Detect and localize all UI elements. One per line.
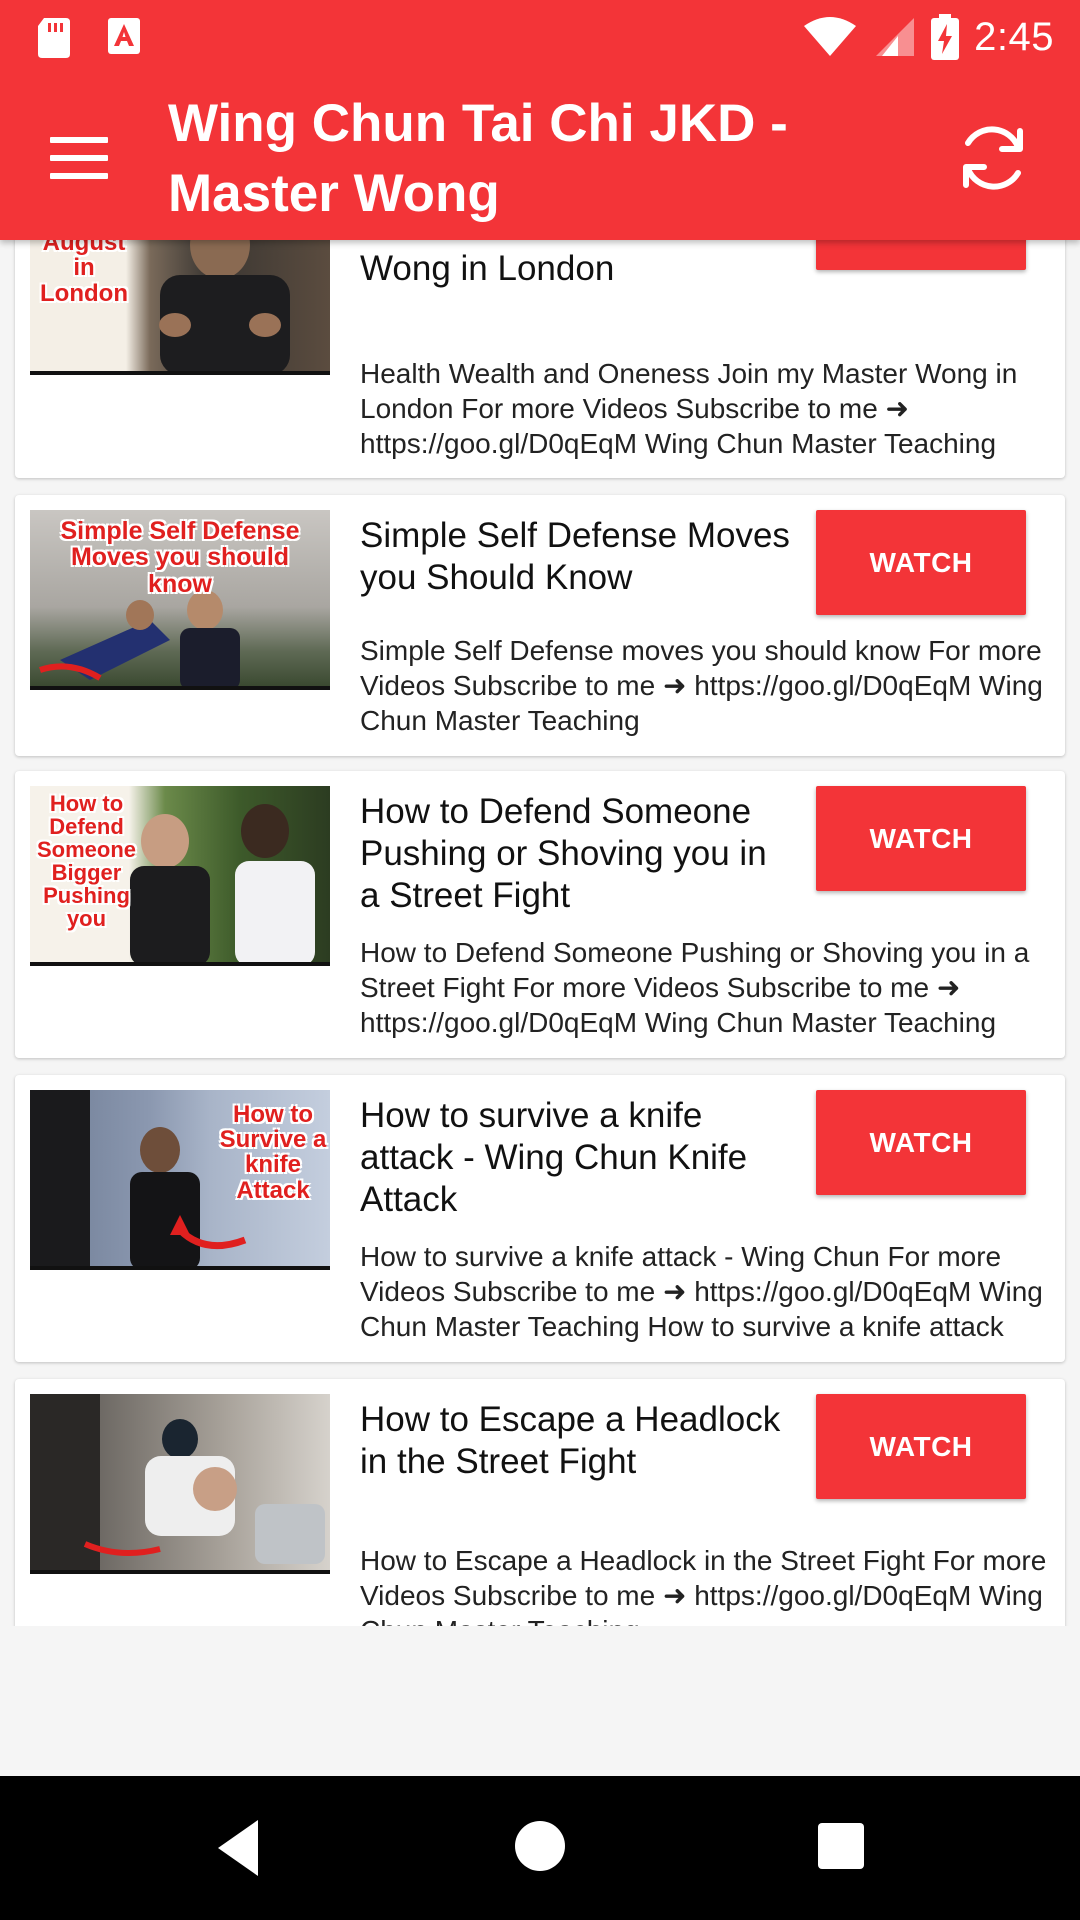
system-navigation-bar xyxy=(0,1776,1080,1920)
toolbar: Wing Chun Tai Chi JKD - Master Wong xyxy=(0,75,1080,240)
app-bar: 2:45 Wing Chun Tai Chi JKD - Master Wong xyxy=(0,0,1080,240)
thumbnail-caption: Simple Self Defense Moves you should kno… xyxy=(60,517,300,598)
video-description: Health Wealth and Oneness Join my Master… xyxy=(360,358,1018,459)
app-screen: 26th August in London Health Wealth and … xyxy=(0,0,1080,1920)
status-bar: 2:45 xyxy=(0,0,1080,75)
watch-button[interactable]: WATCH xyxy=(816,1090,1026,1195)
cellular-signal-icon xyxy=(876,18,915,56)
app-store-notification-icon xyxy=(108,18,140,54)
video-card: How to Escape a Headlock in the Street F… xyxy=(15,1379,1065,1626)
watch-button[interactable]: WATCH xyxy=(816,510,1026,615)
wifi-icon xyxy=(804,17,857,56)
recent-apps-icon[interactable] xyxy=(818,1823,864,1869)
video-description: How to Escape a Headlock in the Street F… xyxy=(360,1545,1047,1626)
refresh-icon[interactable] xyxy=(948,113,1038,203)
thumbnail-caption: How to Defend Someone Bigger Pushing you xyxy=(36,791,137,932)
thumbnail-figure-graphic xyxy=(30,1394,325,1570)
video-card: How to Survive a knife Attack How to sur… xyxy=(15,1075,1065,1362)
video-title: How to survive a knife attack - Wing Chu… xyxy=(360,1096,748,1219)
video-description: How to Defend Someone Pushing or Shoving… xyxy=(360,937,1030,1038)
page-title: Wing Chun Tai Chi JKD - Master Wong xyxy=(168,94,788,223)
video-title: Simple Self Defense Moves you Should Kno… xyxy=(360,516,790,597)
video-thumbnail[interactable]: Simple Self Defense Moves you should kno… xyxy=(30,510,330,690)
hamburger-menu-icon[interactable] xyxy=(50,125,116,191)
video-thumbnail[interactable]: How to Survive a knife Attack xyxy=(30,1090,330,1270)
watch-button[interactable]: WATCH xyxy=(816,786,1026,891)
back-icon[interactable] xyxy=(212,1816,262,1880)
sd-card-icon xyxy=(38,18,70,58)
video-title: How to Escape a Headlock in the Street F… xyxy=(360,1400,781,1481)
watch-button[interactable]: WATCH xyxy=(816,1394,1026,1499)
video-description: Simple Self Defense moves you should kno… xyxy=(360,635,1043,736)
video-list[interactable]: 26th August in London Health Wealth and … xyxy=(0,0,1080,1626)
video-description: How to survive a knife attack - Wing Chu… xyxy=(360,1241,1043,1342)
video-card: Simple Self Defense Moves you should kno… xyxy=(15,495,1065,756)
video-thumbnail[interactable] xyxy=(30,1394,330,1574)
video-card: How to Defend Someone Bigger Pushing you… xyxy=(15,771,1065,1058)
battery-charging-icon xyxy=(931,14,960,60)
thumbnail-caption: How to Survive a knife Attack xyxy=(219,1101,327,1204)
video-title: How to Defend Someone Pushing or Shoving… xyxy=(360,792,767,915)
video-thumbnail[interactable]: How to Defend Someone Bigger Pushing you xyxy=(30,786,330,966)
home-icon[interactable] xyxy=(515,1821,565,1871)
clock: 2:45 xyxy=(974,14,1054,59)
